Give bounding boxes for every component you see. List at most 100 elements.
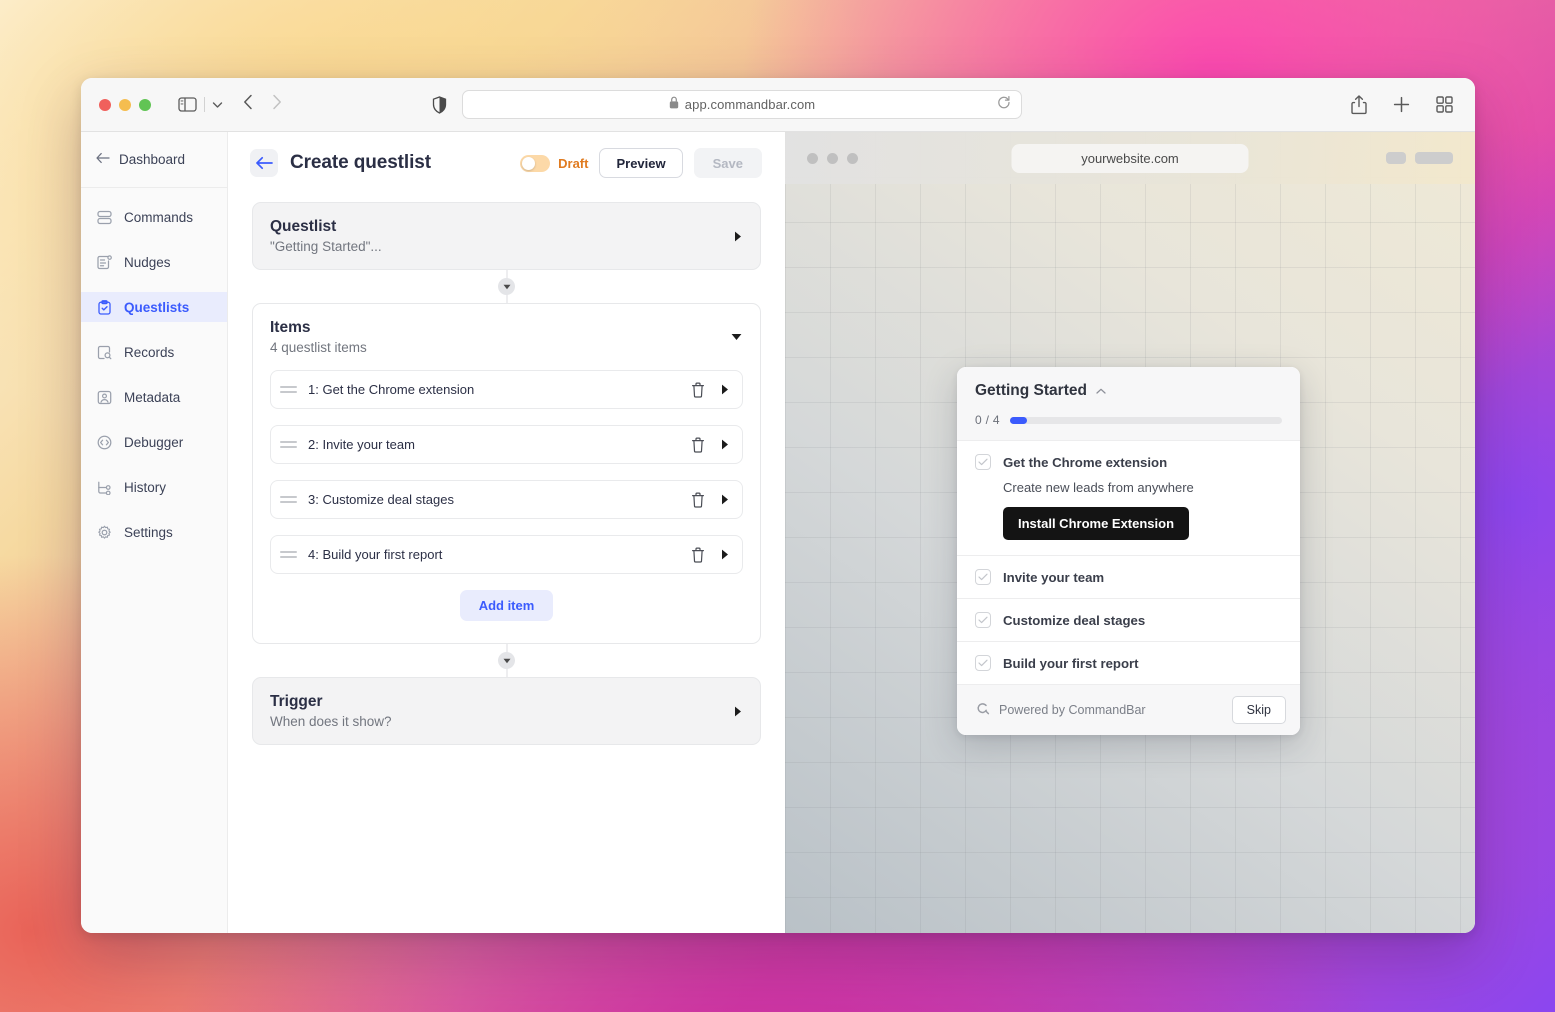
- add-item-button[interactable]: Add item: [460, 590, 554, 621]
- questlist-widget: Getting Started 0 / 4: [957, 367, 1300, 735]
- chevron-right-icon[interactable]: [721, 494, 729, 505]
- mock-dot: [847, 153, 858, 164]
- widget-task-expanded[interactable]: Get the Chrome extension Create new lead…: [957, 440, 1300, 555]
- sidebar-item-dashboard[interactable]: Dashboard: [81, 132, 227, 188]
- sidebar-item-nudges[interactable]: Nudges: [81, 247, 227, 277]
- connector-questlist-items: [252, 270, 761, 303]
- sidebar-item-debugger[interactable]: Debugger: [81, 427, 227, 457]
- sidebar: Dashboard Commands: [81, 132, 228, 933]
- item-actions: [691, 382, 729, 398]
- drag-handle-icon[interactable]: [280, 441, 297, 447]
- browser-toolbar: app.commandbar.com: [81, 78, 1475, 132]
- insert-step-button[interactable]: [498, 278, 515, 295]
- delete-icon[interactable]: [691, 382, 705, 398]
- toggle-knob: [522, 157, 535, 170]
- chevron-up-icon[interactable]: [1096, 388, 1106, 394]
- card-subtitle: 4 questlist items: [270, 340, 367, 355]
- widget-task[interactable]: Customize deal stages: [957, 598, 1300, 641]
- task-checkbox[interactable]: [975, 655, 991, 671]
- widget-header[interactable]: Getting Started: [957, 367, 1300, 413]
- delete-icon[interactable]: [691, 437, 705, 453]
- reload-icon[interactable]: [997, 95, 1011, 115]
- mock-pill: [1386, 152, 1406, 164]
- minimize-window-button[interactable]: [119, 99, 131, 111]
- editor-header-actions: Draft Preview Save: [520, 148, 762, 178]
- chevron-right-icon[interactable]: [721, 384, 729, 395]
- widget-progress: 0 / 4: [957, 413, 1300, 440]
- table-row[interactable]: 2: Invite your team: [270, 425, 743, 464]
- items-card-header[interactable]: Items 4 questlist items: [253, 304, 760, 370]
- mock-window-controls: [807, 153, 858, 164]
- chevron-down-icon[interactable]: [212, 101, 223, 109]
- sidebar-item-history[interactable]: History: [81, 472, 227, 502]
- page-title: Create questlist: [290, 152, 431, 174]
- sidebar-toggle-icon[interactable]: [178, 97, 197, 112]
- plus-icon[interactable]: [1393, 96, 1410, 113]
- questlist-card-header[interactable]: Questlist "Getting Started"...: [253, 203, 760, 269]
- sidebar-item-metadata[interactable]: Metadata: [81, 382, 227, 412]
- trigger-card[interactable]: Trigger When does it show?: [252, 677, 761, 745]
- save-button[interactable]: Save: [694, 148, 762, 178]
- task-label: Get the Chrome extension: [1003, 455, 1167, 470]
- mock-dot: [807, 153, 818, 164]
- widget-task[interactable]: Invite your team: [957, 555, 1300, 598]
- sidebar-item-commands[interactable]: Commands: [81, 202, 227, 232]
- sidebar-item-label: Metadata: [124, 390, 180, 405]
- item-label: 3: Customize deal stages: [308, 492, 454, 507]
- widget-task-header: Customize deal stages: [975, 612, 1282, 628]
- nudges-icon: [96, 255, 113, 270]
- install-chrome-extension-button[interactable]: Install Chrome Extension: [1003, 507, 1189, 540]
- drag-handle-icon[interactable]: [280, 551, 297, 557]
- sidebar-item-records[interactable]: Records: [81, 337, 227, 367]
- sidebar-item-questlists[interactable]: Questlists: [81, 292, 227, 322]
- sidebar-item-label: Records: [124, 345, 174, 360]
- table-row[interactable]: 4: Build your first report: [270, 535, 743, 574]
- chevron-right-icon[interactable]: [721, 439, 729, 450]
- drag-handle-icon[interactable]: [280, 386, 297, 392]
- items-card: Items 4 questlist items 1: Get the Chrom…: [252, 303, 761, 644]
- privacy-report-button[interactable]: [432, 96, 447, 114]
- maximize-window-button[interactable]: [139, 99, 151, 111]
- widget-task[interactable]: Build your first report: [957, 641, 1300, 684]
- chevron-right-icon[interactable]: [721, 549, 729, 560]
- powered-by: Powered by CommandBar: [975, 702, 1146, 719]
- commands-icon: [96, 210, 113, 225]
- preview-button[interactable]: Preview: [599, 148, 682, 178]
- settings-icon: [96, 525, 113, 540]
- delete-icon[interactable]: [691, 547, 705, 563]
- address-bar[interactable]: app.commandbar.com: [462, 90, 1022, 119]
- drag-handle-icon[interactable]: [280, 496, 297, 502]
- back-button[interactable]: [243, 94, 253, 115]
- delete-icon[interactable]: [691, 492, 705, 508]
- questlist-card[interactable]: Questlist "Getting Started"...: [252, 202, 761, 270]
- task-checkbox[interactable]: [975, 454, 991, 470]
- tab-grid-icon[interactable]: [1436, 96, 1453, 113]
- task-checkbox[interactable]: [975, 612, 991, 628]
- table-row[interactable]: 3: Customize deal stages: [270, 480, 743, 519]
- skip-button[interactable]: Skip: [1232, 696, 1286, 724]
- item-label: 2: Invite your team: [308, 437, 415, 452]
- chevron-right-icon[interactable]: [734, 706, 742, 717]
- sidebar-toggle-group: [178, 97, 223, 112]
- card-subtitle: "Getting Started"...: [270, 239, 382, 254]
- share-icon[interactable]: [1351, 95, 1367, 115]
- editor-back-button[interactable]: [250, 149, 278, 177]
- item-actions: [691, 547, 729, 563]
- trigger-card-header[interactable]: Trigger When does it show?: [253, 678, 760, 744]
- chevron-right-icon[interactable]: [734, 231, 742, 242]
- item-actions: [691, 492, 729, 508]
- close-window-button[interactable]: [99, 99, 111, 111]
- insert-step-button[interactable]: [498, 652, 515, 669]
- sidebar-item-settings[interactable]: Settings: [81, 517, 227, 547]
- address-bar-content: app.commandbar.com: [669, 96, 815, 114]
- sidebar-item-label: Settings: [124, 525, 173, 540]
- task-label: Build your first report: [1003, 656, 1139, 671]
- forward-button[interactable]: [272, 94, 282, 115]
- widget-footer: Powered by CommandBar Skip: [957, 684, 1300, 735]
- draft-status-toggle[interactable]: [520, 155, 550, 172]
- app-body: Dashboard Commands: [81, 132, 1475, 933]
- task-checkbox[interactable]: [975, 569, 991, 585]
- chevron-down-icon[interactable]: [731, 333, 742, 341]
- table-row[interactable]: 1: Get the Chrome extension: [270, 370, 743, 409]
- window-controls: [99, 99, 151, 111]
